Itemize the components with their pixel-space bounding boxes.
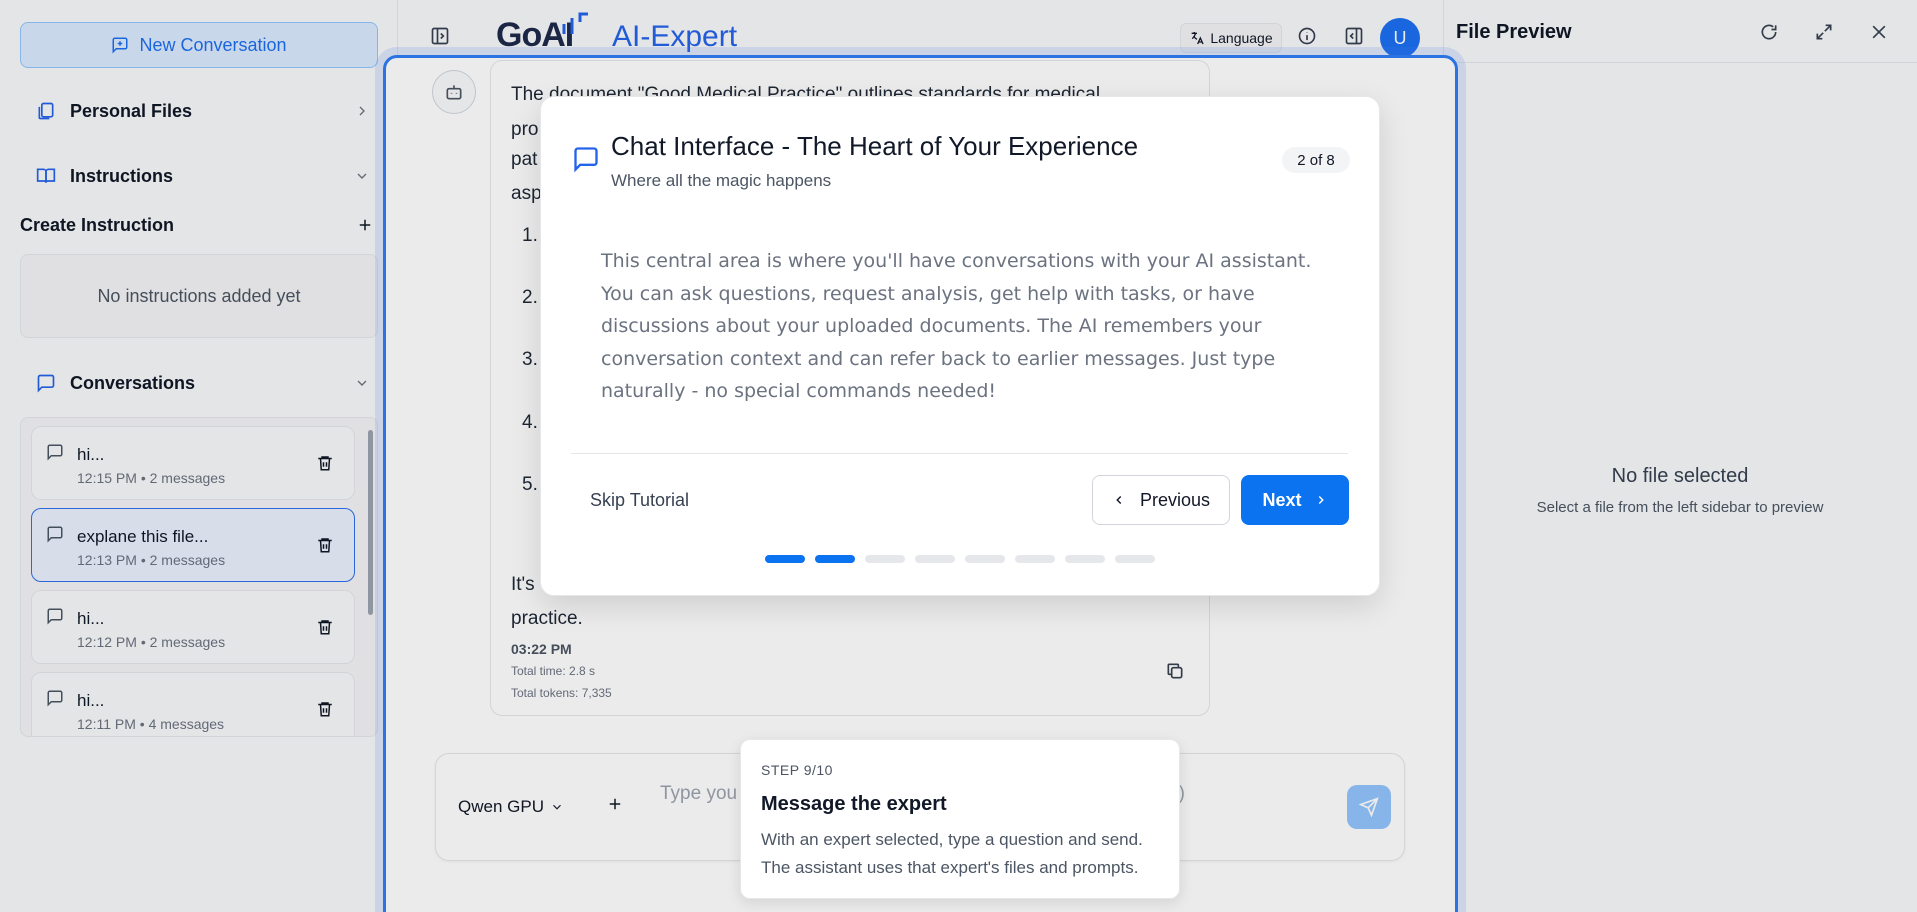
next-button[interactable]: Next — [1241, 475, 1349, 525]
step-description: With an expert selected, type a question… — [761, 830, 1143, 877]
progress-dot — [865, 555, 905, 563]
progress-dot — [1065, 555, 1105, 563]
chevron-right-icon — [1314, 493, 1328, 507]
step-title: Message the expert — [761, 793, 947, 815]
previous-button[interactable]: Previous — [1092, 475, 1230, 525]
step-label: STEP 9/10 — [761, 762, 833, 778]
progress-dot — [965, 555, 1005, 563]
chevron-left-icon — [1112, 493, 1126, 507]
tutorial-divider — [571, 453, 1348, 454]
tutorial-step-badge: 2 of 8 — [1282, 147, 1350, 173]
tutorial-body: This central area is where you'll have c… — [601, 250, 1312, 402]
progress-dot — [1015, 555, 1055, 563]
previous-label: Previous — [1139, 489, 1211, 510]
progress-dot — [1115, 555, 1155, 563]
progress-dot — [915, 555, 955, 563]
chat-icon — [572, 145, 600, 173]
next-label: Next — [1262, 489, 1302, 510]
progress-dot — [815, 555, 855, 563]
progress-dot — [765, 555, 805, 563]
tutorial-title: Chat Interface - The Heart of Your Exper… — [611, 131, 1139, 161]
tutorial-subtitle: Where all the magic happens — [611, 171, 832, 190]
skip-tutorial-button[interactable]: Skip Tutorial — [590, 490, 689, 511]
